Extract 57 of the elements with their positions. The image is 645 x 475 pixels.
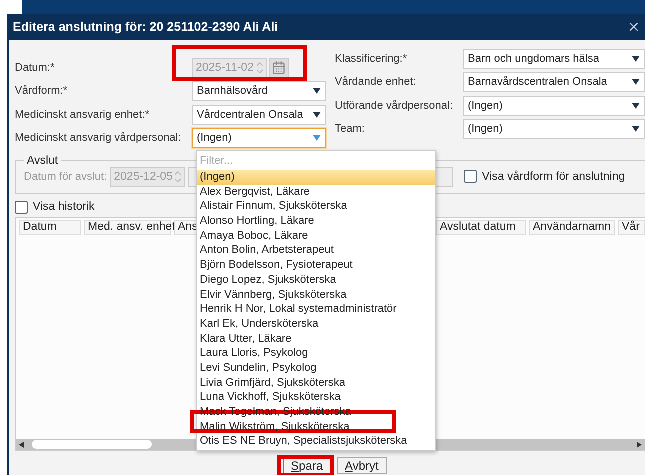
list-option[interactable]: Otis ES NE Bruyn, Specialistsjuksköterska — [197, 434, 435, 450]
list-option[interactable]: Levi Sundelin, Psykolog — [197, 360, 435, 376]
close-icon[interactable] — [627, 20, 641, 34]
dropdown-select[interactable]: Barnavårdscentralen Onsala — [463, 72, 645, 92]
caret-icon — [313, 135, 321, 141]
list-option[interactable]: Diego Lopez, Sjuksköterska — [197, 272, 435, 288]
caret-icon — [313, 112, 321, 118]
column-header[interactable]: Vår — [618, 220, 645, 234]
field-label: Medicinskt ansvarig enhet:* — [15, 108, 151, 120]
column-header[interactable]: Användarnamn — [529, 220, 615, 234]
calendar-button[interactable] — [269, 58, 289, 78]
field-label: Datum för avslut: — [24, 170, 108, 182]
caret-icon — [632, 79, 640, 85]
list-option[interactable]: Björn Bodelsson, Fysioterapeut — [197, 258, 435, 273]
field-label: Datum:* — [15, 62, 56, 74]
list-option[interactable]: Livia Grimfjärd, Sjuksköterska — [197, 376, 435, 390]
caret-icon — [632, 56, 640, 62]
field-label: Team: — [335, 123, 366, 135]
dropdown-select[interactable]: (Ingen) — [463, 119, 645, 139]
filter-field[interactable]: Filter... — [197, 152, 435, 170]
caret-icon — [632, 102, 640, 108]
dropdown-select[interactable]: Barnhälsovård — [192, 81, 326, 101]
spinner-icon — [175, 170, 182, 182]
list-option[interactable]: Klara Utter, Läkare — [197, 332, 435, 346]
field-label: Medicinskt ansvarig vårdpersonal: — [15, 132, 182, 144]
list-option[interactable]: Luna Vickhoff, Sjuksköterska — [197, 390, 435, 405]
caret-icon — [632, 126, 640, 132]
list-option[interactable]: Karl Ek, Undersköterska — [197, 316, 435, 332]
column-header[interactable]: Datum — [19, 220, 81, 234]
list-option[interactable]: Alistair Finnum, Sjuksköterska — [197, 199, 435, 214]
cancel-button[interactable]: Avbryt — [337, 457, 387, 474]
calendar-icon — [272, 60, 286, 74]
highlight-frame — [277, 455, 334, 475]
checkbox-label: Visa vårdform för anslutning — [482, 170, 626, 182]
list-option[interactable]: (Ingen) — [197, 170, 435, 185]
list-option[interactable]: Alex Bergqvist, Läkare — [197, 184, 435, 200]
field-label: Vårdform:* — [15, 85, 69, 97]
window-title: Editera anslutning för: 20 251102-2390 Ali Ali — [13, 20, 278, 34]
list-option[interactable]: Henrik H Nor, Lokal systemadministratör — [197, 302, 435, 317]
column-header[interactable]: Avslutat datum — [436, 220, 526, 234]
field-label: Klassificering:* — [335, 52, 408, 64]
list-option[interactable]: Alonso Hortling, Läkare — [197, 214, 435, 229]
list-option[interactable]: Elvir Vännberg, Sjuksköterska — [197, 288, 435, 302]
dropdown-select[interactable]: Vårdcentralen Onsala — [192, 104, 326, 124]
checkbox-label: Visa historik — [33, 201, 95, 213]
group-legend: Avslut — [24, 154, 62, 166]
field-label: Vårdande enhet: — [335, 76, 418, 88]
list-option[interactable]: Amaya Boboc, Läkare — [197, 228, 435, 244]
dropdown-select[interactable]: (Ingen) — [192, 128, 326, 148]
list-option[interactable]: Laura Lloris, Psykolog — [197, 346, 435, 361]
dropdown-select[interactable]: (Ingen) — [463, 96, 645, 116]
caret-icon — [313, 88, 321, 94]
field-label: Utförande vårdpersonal: — [335, 100, 454, 112]
list-option[interactable]: Anton Bolin, Arbetsterapeut — [197, 243, 435, 258]
checkbox[interactable]: Visa historik — [15, 200, 95, 214]
spinner-icon — [257, 62, 263, 74]
dropdown-select[interactable]: Barn och ungdomars hälsa — [463, 48, 645, 68]
